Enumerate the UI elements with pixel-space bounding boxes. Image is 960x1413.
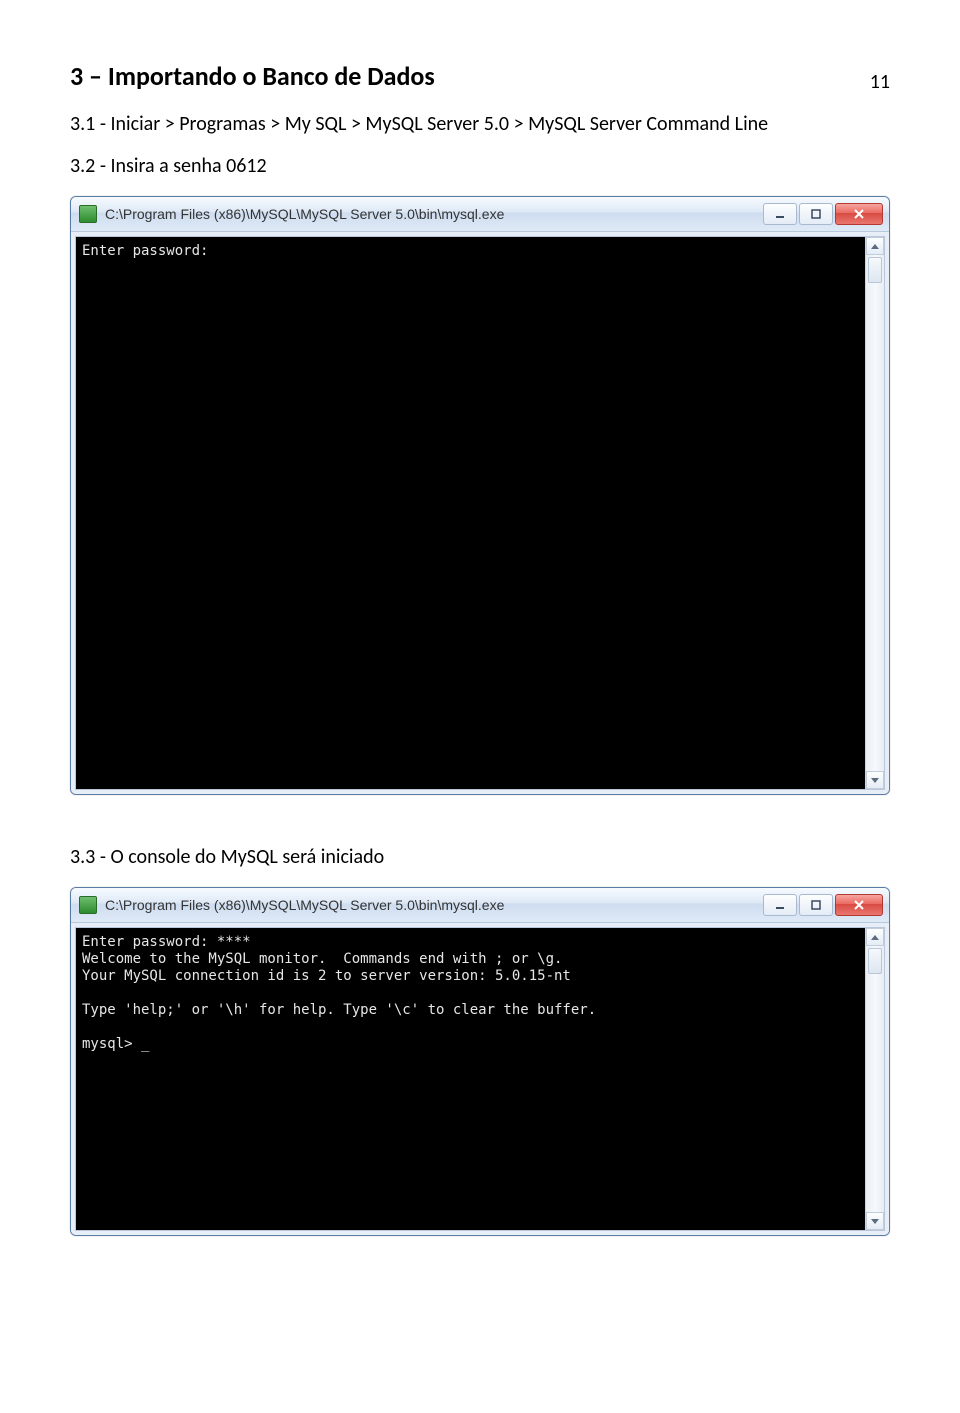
maximize-button[interactable]: [799, 894, 833, 916]
titlebar: C:\Program Files (x86)\MySQL\MySQL Serve…: [71, 197, 889, 232]
window-controls: [763, 203, 883, 225]
maximize-icon: [811, 900, 821, 910]
window-title: C:\Program Files (x86)\MySQL\MySQL Serve…: [105, 897, 763, 913]
maximize-button[interactable]: [799, 203, 833, 225]
console-output: Enter password: **** Welcome to the MySQ…: [82, 934, 862, 1053]
chevron-down-icon: [871, 778, 879, 783]
console-body[interactable]: Enter password: **** Welcome to the MySQ…: [75, 927, 885, 1231]
console-window-2: C:\Program Files (x86)\MySQL\MySQL Serve…: [70, 887, 890, 1236]
vertical-scrollbar[interactable]: [865, 237, 884, 789]
console-output: Enter password:: [82, 243, 862, 260]
scroll-down-button[interactable]: [866, 1212, 884, 1230]
section-title: 3 – Importando o Banco de Dados: [70, 60, 890, 92]
close-button[interactable]: [835, 203, 883, 225]
maximize-icon: [811, 209, 821, 219]
console-frame: Enter password:: [71, 232, 889, 794]
console-window-1: C:\Program Files (x86)\MySQL\MySQL Serve…: [70, 196, 890, 795]
scroll-down-button[interactable]: [866, 771, 884, 789]
step-3-3: 3.3 - O console do MySQL será iniciado: [70, 845, 890, 869]
window-controls: [763, 894, 883, 916]
chevron-up-icon: [871, 244, 879, 249]
scroll-up-button[interactable]: [866, 237, 884, 255]
chevron-down-icon: [871, 1219, 879, 1224]
window-title: C:\Program Files (x86)\MySQL\MySQL Serve…: [105, 206, 763, 222]
step-3-1: 3.1 - Iniciar > Programas > My SQL > MyS…: [70, 112, 890, 136]
minimize-button[interactable]: [763, 894, 797, 916]
page-number: 11: [870, 70, 890, 94]
close-icon: [853, 209, 865, 219]
app-icon: [79, 205, 97, 223]
step-3-2: 3.2 - Insira a senha 0612: [70, 154, 890, 178]
titlebar: C:\Program Files (x86)\MySQL\MySQL Serve…: [71, 888, 889, 923]
minimize-button[interactable]: [763, 203, 797, 225]
console-body[interactable]: Enter password:: [75, 236, 885, 790]
scroll-up-button[interactable]: [866, 928, 884, 946]
console-frame: Enter password: **** Welcome to the MySQ…: [71, 923, 889, 1235]
close-button[interactable]: [835, 894, 883, 916]
close-icon: [853, 900, 865, 910]
scroll-thumb[interactable]: [868, 948, 882, 974]
minimize-icon: [775, 900, 785, 910]
vertical-scrollbar[interactable]: [865, 928, 884, 1230]
minimize-icon: [775, 209, 785, 219]
scroll-thumb[interactable]: [868, 257, 882, 283]
app-icon: [79, 896, 97, 914]
chevron-up-icon: [871, 935, 879, 940]
